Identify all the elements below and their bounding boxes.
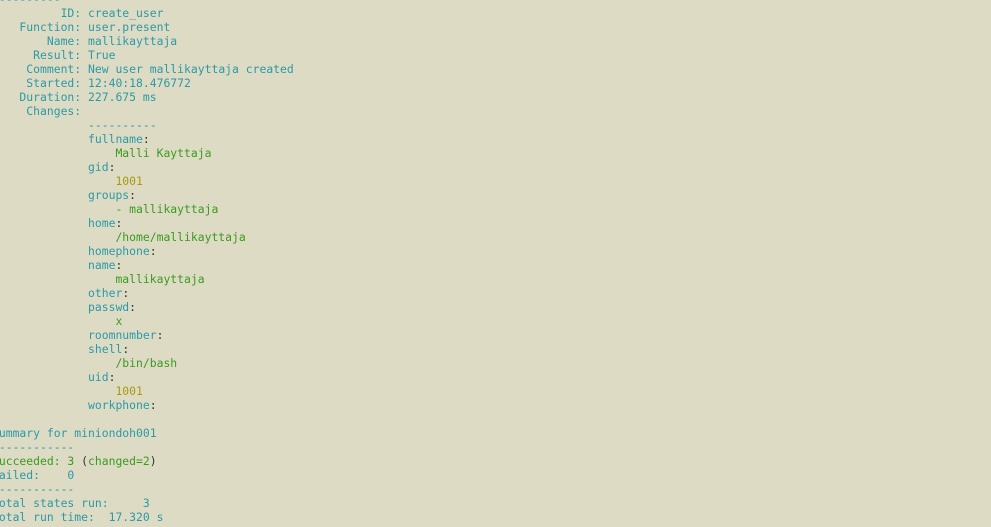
terminal-text: home	[0, 216, 116, 230]
terminal-text: 1001	[0, 174, 143, 188]
terminal-line-val-gid: 1001	[0, 174, 991, 188]
terminal-text: Succeeded: 3	[0, 454, 75, 468]
terminal-line-summary-failed: Failed: 0	[0, 468, 991, 482]
terminal-line-summary-separator-1: ------------	[0, 440, 991, 454]
terminal-text: Failed: 0	[0, 468, 75, 482]
terminal-line-key-passwd: passwd:	[0, 300, 991, 314]
terminal-text: user.present	[88, 20, 171, 34]
terminal-line-key-name: name:	[0, 258, 991, 272]
terminal-text: Total states run: 3	[0, 496, 150, 510]
terminal-output: ---------- ID: create_user Function: use…	[0, 0, 991, 527]
terminal-line-field-changes: Changes:	[0, 104, 991, 118]
terminal-text: homephone	[0, 244, 150, 258]
terminal-text: x	[0, 314, 123, 328]
terminal-line-key-homephone: homephone:	[0, 244, 991, 258]
terminal-text: other	[0, 286, 123, 300]
terminal-line-field-started: Started: 12:40:18.476772	[0, 76, 991, 90]
terminal-text: workphone	[0, 398, 150, 412]
terminal-text: - mallikayttaja	[0, 202, 219, 216]
terminal-line-val-fullname: Malli Kayttaja	[0, 146, 991, 160]
terminal-text: :	[129, 188, 137, 202]
terminal-line-val-shell: /bin/bash	[0, 356, 991, 370]
terminal-line-field-id: ID: create_user	[0, 6, 991, 20]
terminal-line-field-function: Function: user.present	[0, 20, 991, 34]
terminal-text: /home/mallikayttaja	[0, 230, 246, 244]
terminal-line-key-home: home:	[0, 216, 991, 230]
terminal-text: gid	[0, 160, 109, 174]
terminal-line-key-groups: groups:	[0, 188, 991, 202]
terminal-text: ------------	[0, 440, 75, 454]
terminal-line-summary-separator-2: ------------	[0, 482, 991, 496]
terminal-line-key-workphone: workphone:	[0, 398, 991, 412]
terminal-line-field-duration: Duration: 227.675 ms	[0, 90, 991, 104]
terminal-text: Function:	[0, 20, 89, 34]
terminal-text: /bin/bash	[0, 356, 178, 370]
terminal-text: 227.675 ms	[88, 90, 157, 104]
terminal-text: Comment:	[0, 62, 89, 76]
terminal-text: :	[156, 328, 164, 342]
terminal-text: 1001	[0, 384, 143, 398]
terminal-text: Name:	[0, 34, 89, 48]
terminal-text: Duration:	[0, 90, 89, 104]
terminal-line-key-gid: gid:	[0, 160, 991, 174]
terminal-text: True	[88, 48, 116, 62]
terminal-text: Result:	[0, 48, 89, 62]
terminal-text: roomnumber	[0, 328, 157, 342]
terminal-line-summary-total-states: Total states run: 3	[0, 496, 991, 510]
terminal-text: :	[115, 216, 123, 230]
terminal-text: :	[108, 160, 116, 174]
terminal-line-val-groups: - mallikayttaja	[0, 202, 991, 216]
terminal-line-summary-title: Summary for miniondoh001	[0, 426, 991, 440]
terminal-text: ----------	[0, 118, 157, 132]
terminal-line-key-roomnumber: roomnumber:	[0, 328, 991, 342]
terminal-text: :	[129, 300, 137, 314]
terminal-text: :	[149, 398, 157, 412]
terminal-line-val-passwd: x	[0, 314, 991, 328]
terminal-text: mallikayttaja	[0, 272, 205, 286]
terminal-text: create_user	[88, 6, 164, 20]
terminal-text: 12:40:18.476772	[88, 76, 191, 90]
terminal-line-field-name: Name: mallikayttaja	[0, 34, 991, 48]
terminal-text: Malli Kayttaja	[0, 146, 212, 160]
terminal-line-key-shell: shell:	[0, 342, 991, 356]
terminal-line-key-fullname: fullname:	[0, 132, 991, 146]
terminal-text: (	[74, 454, 89, 468]
terminal-line-field-comment: Comment: New user mallikayttaja created	[0, 62, 991, 76]
terminal-text: Started:	[0, 76, 89, 90]
terminal-text: :	[122, 342, 130, 356]
terminal-text: :	[142, 132, 150, 146]
terminal-text: uid	[0, 370, 109, 384]
terminal-text: :	[108, 370, 116, 384]
terminal-text: )	[149, 454, 157, 468]
terminal-text: ------------	[0, 482, 75, 496]
terminal-line-key-other: other:	[0, 286, 991, 300]
terminal-text: Summary for miniondoh001	[0, 426, 157, 440]
terminal-line-blank-line	[0, 412, 991, 426]
terminal-text: Changes:	[0, 104, 89, 118]
terminal-text: name	[0, 258, 116, 272]
terminal-text: ID:	[0, 6, 89, 20]
terminal-text: groups	[0, 188, 130, 202]
terminal-line-field-result: Result: True	[0, 48, 991, 62]
terminal-line-summary-total-time: Total run time: 17.320 s	[0, 510, 991, 524]
terminal-text: :	[115, 258, 123, 272]
terminal-line-key-uid: uid:	[0, 370, 991, 384]
terminal-line-val-name: mallikayttaja	[0, 272, 991, 286]
terminal-text: passwd	[0, 300, 130, 314]
terminal-text: fullname	[0, 132, 143, 146]
terminal-text: :	[149, 244, 157, 258]
terminal-line-summary-succeeded: Succeeded: 3 (changed=2)	[0, 454, 991, 468]
terminal-line-val-uid: 1001	[0, 384, 991, 398]
terminal-text: New user mallikayttaja created	[88, 62, 294, 76]
terminal-text: shell	[0, 342, 123, 356]
terminal-line-changes-separator: ----------	[0, 118, 991, 132]
terminal-text: Total run time: 17.320 s	[0, 510, 164, 524]
terminal-text: :	[122, 286, 130, 300]
terminal-line-val-home: /home/mallikayttaja	[0, 230, 991, 244]
terminal-text: mallikayttaja	[88, 34, 178, 48]
terminal-text: changed=2	[88, 454, 150, 468]
